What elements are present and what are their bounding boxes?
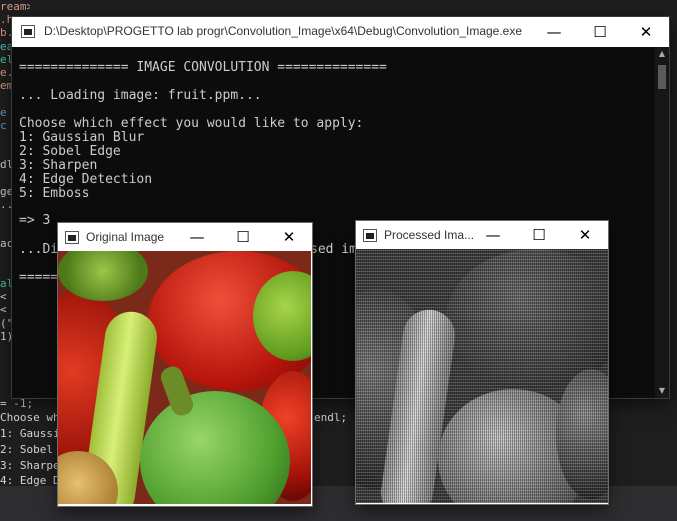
ide-code-line: 1: Gaussi	[0, 427, 60, 440]
ide-code-line: 2: Sobel	[0, 443, 53, 456]
console-line: 4: Edge Detection	[19, 172, 153, 187]
scroll-down-icon[interactable]: ▼	[655, 384, 669, 398]
original-image	[58, 251, 311, 504]
minimize-button[interactable]: —	[531, 17, 577, 47]
console-line: ... Loading image: fruit.ppm...	[19, 88, 262, 103]
original-image-window: Original Image — ☐ ✕	[58, 223, 312, 506]
close-button[interactable]: ✕	[562, 221, 608, 249]
processed-image	[356, 249, 608, 503]
close-button[interactable]: ✕	[623, 17, 669, 47]
console-scrollbar[interactable]: ▲ ▼	[655, 47, 669, 398]
minimize-button[interactable]: —	[470, 221, 516, 249]
console-line-fragment: sed im	[310, 242, 357, 257]
console-line: => 3	[19, 213, 51, 228]
console-titlebar[interactable]: D:\Desktop\PROGETTO lab progr\Convolutio…	[12, 17, 669, 47]
close-button[interactable]: ✕	[266, 223, 312, 251]
maximize-button[interactable]: ☐	[577, 17, 623, 47]
ide-code-fragment: endl;	[314, 411, 348, 424]
console-window-title: D:\Desktop\PROGETTO lab progr\Convolutio…	[44, 24, 523, 38]
processed-window-title: Processed Ima...	[384, 228, 475, 242]
minimize-button[interactable]: —	[174, 223, 220, 251]
original-titlebar[interactable]: Original Image — ☐ ✕	[58, 223, 312, 251]
console-line: ============== IMAGE CONVOLUTION =======…	[19, 60, 387, 75]
scrollbar-thumb[interactable]	[658, 65, 666, 89]
original-window-title: Original Image	[86, 230, 165, 244]
console-line: 1: Gaussian Blur	[19, 130, 145, 145]
processed-image-window: Processed Ima... — ☐ ✕	[356, 221, 608, 504]
console-line: Choose which effect you would like to ap…	[19, 116, 364, 131]
processed-titlebar[interactable]: Processed Ima... — ☐ ✕	[356, 221, 608, 249]
window-app-icon	[65, 231, 79, 244]
console-line: 3: Sharpen	[19, 158, 98, 173]
ide-code-line: Choose wh	[0, 411, 60, 424]
maximize-button[interactable]: ☐	[516, 221, 562, 249]
scroll-up-icon[interactable]: ▲	[655, 47, 669, 61]
ide-code-line: = -1;	[0, 397, 34, 410]
ide-code-line: 3: Sharpe	[0, 459, 60, 472]
maximize-button[interactable]: ☐	[220, 223, 266, 251]
console-app-icon	[21, 25, 35, 38]
window-app-icon	[363, 229, 377, 242]
console-line: ...Di	[19, 242, 59, 257]
console-line: 5: Emboss	[19, 186, 90, 201]
ide-gutter-line: ream>	[0, 0, 30, 13]
console-line: 2: Sobel Edge	[19, 144, 121, 159]
